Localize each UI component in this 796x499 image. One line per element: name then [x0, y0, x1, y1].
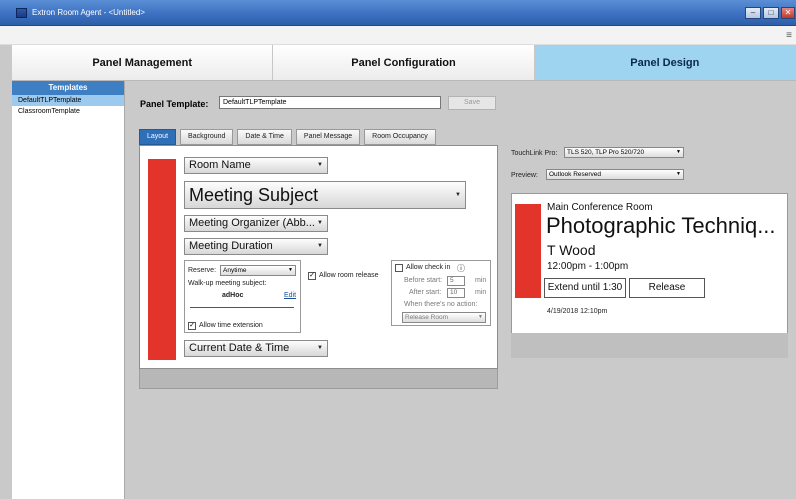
meeting-organizer-dropdown[interactable]: Meeting Organizer (Abb... ▼ — [184, 215, 328, 232]
allow-check-in-label: Allow check in — [406, 264, 451, 271]
tab-background[interactable]: Background — [180, 129, 234, 145]
reserve-label: Reserve: — [188, 267, 217, 274]
design-tabs: Layout Background Date & Time Panel Mess… — [139, 129, 436, 145]
current-datetime-label: Current Date & Time — [189, 342, 290, 354]
after-start-stepper[interactable]: 10 — [447, 288, 465, 298]
edit-link[interactable]: Edit — [284, 292, 296, 299]
meeting-duration-label: Meeting Duration — [189, 240, 273, 252]
chevron-down-icon: ▼ — [288, 267, 293, 273]
reserve-value: Anytime — [223, 267, 247, 274]
nav-panel-configuration[interactable]: Panel Configuration — [273, 45, 535, 80]
before-start-label: Before start: — [404, 277, 443, 284]
preview-label: Preview: — [511, 172, 538, 179]
before-start-value: 5 — [450, 277, 454, 284]
release-button[interactable]: Release — [629, 278, 705, 298]
current-datetime-dropdown[interactable]: Current Date & Time ▼ — [184, 340, 328, 357]
touchlink-value: TLS 520, TLP Pro 520/720 — [567, 149, 645, 156]
main-nav: Panel Management Panel Configuration Pan… — [12, 45, 796, 81]
meeting-organizer-label: Meeting Organizer (Abb... — [189, 217, 315, 229]
left-margin — [0, 45, 12, 499]
touchlink-label: TouchLink Pro: — [511, 150, 558, 157]
preview-organizer: T Wood — [547, 242, 596, 258]
meeting-duration-dropdown[interactable]: Meeting Duration ▼ — [184, 238, 328, 255]
preview-status-bar — [515, 204, 541, 298]
after-start-unit: min — [475, 289, 487, 296]
walkup-label: Walk-up meeting subject: — [188, 280, 267, 287]
tab-layout[interactable]: Layout — [139, 129, 177, 145]
nav-panel-management[interactable]: Panel Management — [12, 45, 274, 80]
preview-dropdown[interactable]: Outlook Reserved ▼ — [546, 169, 684, 180]
tab-room-occupancy[interactable]: Room Occupancy — [364, 129, 436, 145]
templates-sidebar: Templates DefaultTLPTemplate ClassroomTe… — [12, 81, 125, 499]
panel-template-input[interactable]: DefaultTLPTemplate — [219, 96, 441, 109]
preview-meeting-time: 12:00pm - 1:00pm — [547, 261, 629, 272]
meeting-subject-label: Meeting Subject — [189, 185, 319, 205]
reserve-dropdown[interactable]: Anytime ▼ — [220, 265, 296, 276]
template-item-classroom[interactable]: ClassroomTemplate — [12, 106, 124, 117]
after-start-label: After start: — [409, 289, 442, 296]
no-action-value: Release Room — [405, 314, 448, 321]
preview-datetime: 4/19/2018 12:10pm — [547, 308, 608, 315]
info-icon[interactable]: ⓘ — [457, 263, 465, 274]
preview-room-name: Main Conference Room — [547, 202, 653, 213]
tab-panel-message[interactable]: Panel Message — [295, 129, 361, 145]
divider — [190, 307, 294, 308]
allow-check-in-checkbox[interactable] — [395, 264, 403, 272]
allow-room-release-label: Allow room release — [319, 272, 379, 279]
before-start-unit: min — [475, 277, 487, 284]
preview-meeting-subject: Photographic Techniq... — [546, 213, 776, 238]
allow-room-release-checkbox[interactable]: ✓ — [308, 272, 316, 280]
tab-date-time[interactable]: Date & Time — [237, 129, 292, 145]
layout-footer-strip — [139, 369, 498, 389]
layout-panel — [139, 145, 498, 369]
room-name-label: Room Name — [189, 159, 251, 171]
title-bar: Extron Room Agent - <Untitled> – □ ✕ — [0, 0, 796, 26]
preview-footer-strip — [511, 333, 788, 358]
hamburger-menu-icon[interactable]: ≡ — [786, 30, 792, 41]
close-button[interactable]: ✕ — [781, 7, 795, 19]
app-icon — [16, 8, 27, 18]
touchlink-dropdown[interactable]: TLS 520, TLP Pro 520/720 ▼ — [564, 147, 684, 158]
panel-template-label: Panel Template: — [140, 99, 209, 109]
templates-header: Templates — [12, 81, 124, 95]
after-start-value: 10 — [450, 289, 458, 296]
minimize-button[interactable]: – — [745, 7, 761, 19]
chevron-down-icon: ▼ — [317, 220, 323, 226]
meeting-subject-dropdown[interactable]: Meeting Subject ▼ — [184, 181, 466, 209]
chevron-down-icon: ▼ — [676, 171, 681, 177]
template-item-default[interactable]: DefaultTLPTemplate — [12, 95, 124, 106]
no-action-dropdown[interactable]: Release Room ▼ — [402, 312, 486, 323]
no-action-label: When there's no action: — [404, 301, 478, 308]
chevron-down-icon: ▼ — [455, 192, 461, 198]
chevron-down-icon: ▼ — [317, 243, 323, 249]
allow-time-extension-checkbox[interactable]: ✓ — [188, 322, 196, 330]
chevron-down-icon: ▼ — [317, 345, 323, 351]
save-button[interactable]: Save — [448, 96, 496, 110]
layout-status-bar — [148, 159, 176, 360]
maximize-button[interactable]: □ — [763, 7, 779, 19]
room-name-dropdown[interactable]: Room Name ▼ — [184, 157, 328, 174]
menu-strip: ≡ — [0, 26, 796, 45]
chevron-down-icon: ▼ — [317, 162, 323, 168]
walkup-value: adHoc — [222, 292, 244, 299]
nav-panel-design[interactable]: Panel Design — [534, 45, 796, 80]
before-start-stepper[interactable]: 5 — [447, 276, 465, 286]
allow-time-extension-label: Allow time extension — [199, 322, 263, 329]
window-title: Extron Room Agent - <Untitled> — [32, 8, 145, 17]
preview-value: Outlook Reserved — [549, 171, 602, 178]
chevron-down-icon: ▼ — [478, 314, 483, 320]
extend-button[interactable]: Extend until 1:30 — [544, 278, 626, 298]
chevron-down-icon: ▼ — [676, 149, 681, 155]
